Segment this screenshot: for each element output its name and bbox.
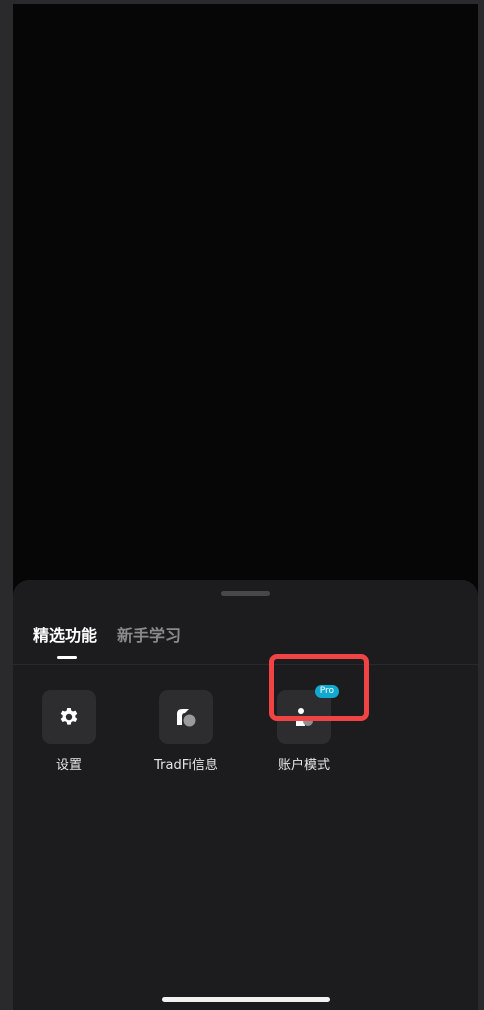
- tab-divider: [13, 664, 478, 665]
- tab-beginner-label: 新手学习: [117, 626, 182, 645]
- tab-bar: 精选功能 新手学习: [33, 625, 181, 665]
- tab-featured-label: 精选功能: [33, 626, 98, 645]
- feature-settings[interactable]: 设置: [29, 690, 109, 773]
- tab-beginner[interactable]: 新手学习: [117, 625, 181, 655]
- feature-account-mode-label: 账户模式: [277, 758, 330, 773]
- home-indicator: [162, 997, 330, 1002]
- feature-tradfi[interactable]: TradFi信息: [146, 690, 226, 773]
- feature-account-mode[interactable]: Pro 账户模式: [264, 685, 344, 773]
- feature-tradfi-label: TradFi信息: [154, 758, 218, 773]
- active-tab-indicator: [57, 656, 77, 659]
- feature-settings-label: 设置: [55, 758, 82, 773]
- account-mode-icon: [296, 708, 313, 726]
- gear-icon: [60, 708, 78, 725]
- tradfi-icon: [177, 709, 196, 727]
- sheet-grabber[interactable]: [221, 591, 270, 596]
- app-frame: 精选功能 新手学习 设置 TradFi信息 Pro 账户模式: [13, 4, 478, 1010]
- feature-tile: [159, 690, 213, 744]
- bottom-sheet: 精选功能 新手学习 设置 TradFi信息 Pro 账户模式: [13, 580, 478, 1010]
- feature-tile: Pro: [277, 685, 339, 744]
- pro-badge: Pro: [314, 685, 339, 698]
- feature-tile: [42, 690, 96, 744]
- tab-featured[interactable]: 精选功能: [33, 625, 98, 659]
